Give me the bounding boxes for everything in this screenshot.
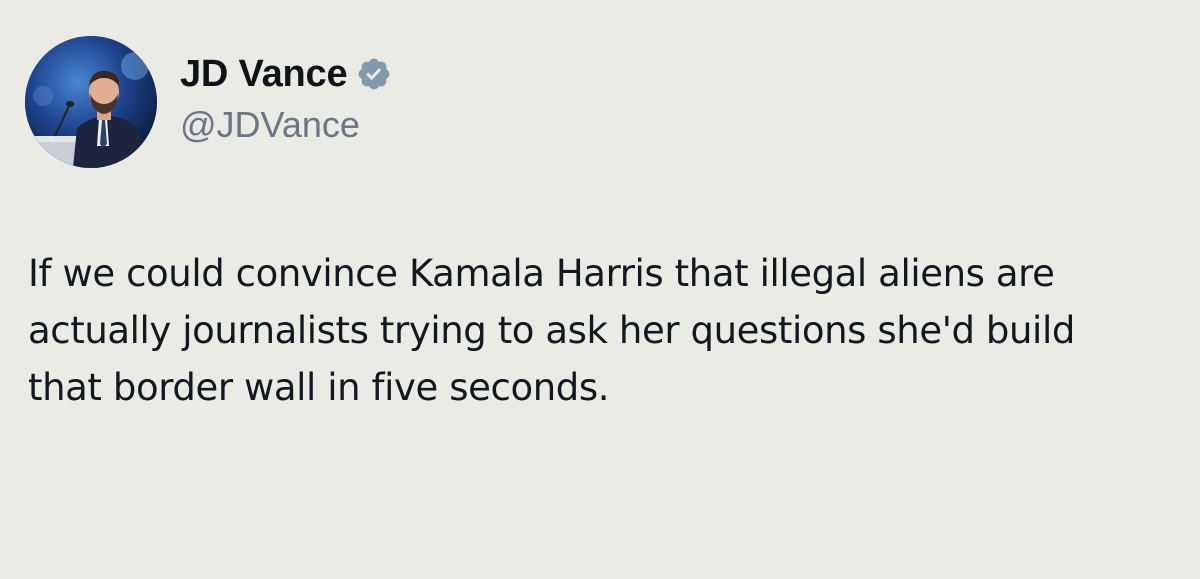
display-name[interactable]: JD Vance [180, 53, 348, 96]
avatar-photo [25, 36, 157, 168]
tweet-card: JD Vance @JDVance If we could convince K… [0, 0, 1200, 579]
author-block: JD Vance @JDVance [180, 50, 392, 146]
avatar[interactable] [25, 36, 157, 168]
verified-badge-icon [356, 56, 392, 92]
name-row: JD Vance [180, 50, 392, 98]
tweet-text: If we could convince Kamala Harris that … [28, 252, 1075, 409]
user-handle[interactable]: @JDVance [180, 104, 392, 146]
